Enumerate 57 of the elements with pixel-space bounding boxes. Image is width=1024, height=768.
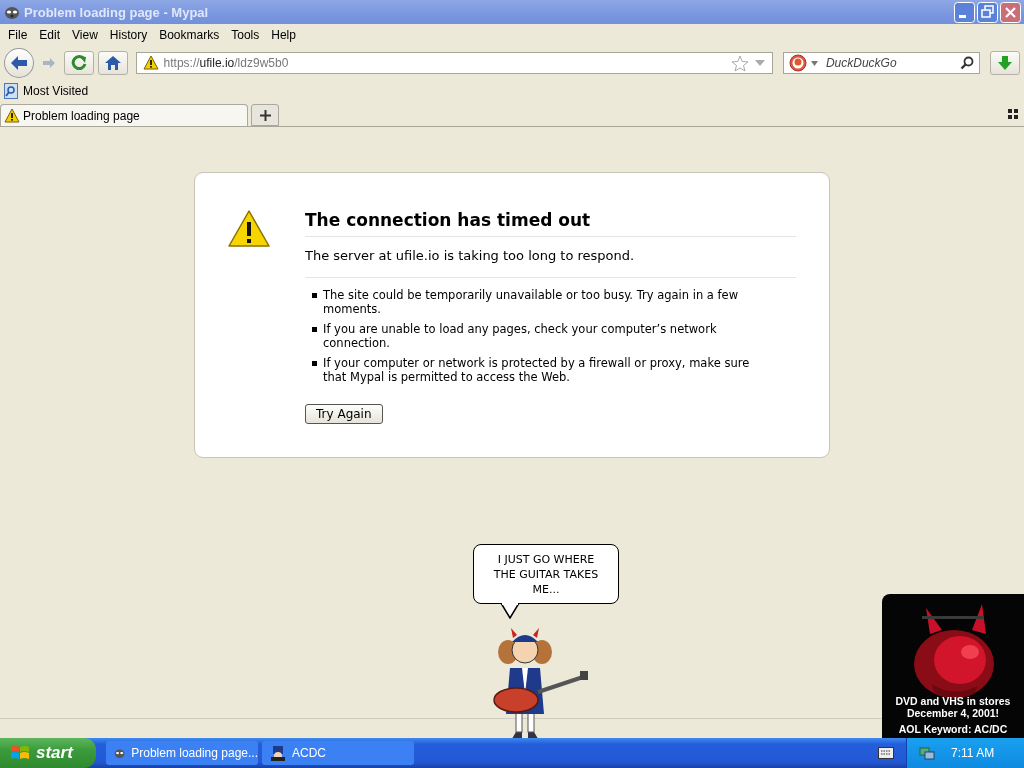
taskbar-button[interactable]: Problem loading page... — [106, 741, 258, 765]
home-icon — [104, 55, 121, 71]
error-message: The server at ufile.io is taking too long to respond. — [305, 248, 796, 278]
window-title: Problem loading page - Mypal — [24, 4, 210, 20]
clock: 7:11 AM — [951, 746, 995, 760]
reload-icon — [70, 55, 87, 71]
warning-icon — [228, 210, 270, 248]
reload-button[interactable] — [63, 51, 94, 75]
search-icon[interactable] — [960, 56, 975, 70]
dropdown-icon[interactable] — [753, 59, 766, 67]
speech-tail-icon — [500, 603, 520, 619]
figure-icon — [270, 745, 286, 761]
start-button[interactable]: start — [0, 738, 96, 768]
menu-item[interactable]: View — [66, 28, 104, 42]
bullet-icon — [312, 327, 317, 332]
warning-icon — [4, 107, 20, 124]
back-button[interactable] — [4, 48, 34, 78]
keyboard-icon[interactable] — [878, 747, 894, 759]
menu-item[interactable]: Edit — [33, 28, 67, 42]
menu-item[interactable]: History — [103, 28, 154, 42]
bullet-icon — [312, 293, 317, 298]
menu-item[interactable]: Tools — [225, 28, 266, 42]
suggestion-text: If you are unable to load any pages, check your computer’s network connection. — [323, 322, 718, 350]
download-arrow-icon — [997, 55, 1014, 71]
network-icon[interactable] — [919, 745, 935, 761]
browser-tab[interactable]: Problem loading page — [0, 104, 248, 126]
grid-icon[interactable] — [1008, 109, 1018, 119]
star-icon[interactable] — [730, 54, 749, 72]
error-title: The connection has timed out — [305, 210, 796, 237]
minimize-icon[interactable] — [954, 1, 975, 23]
suggestion-text: If your computer or network is protected by a firewall or proxy, make sure that Mypal is permitted to access the Web. — [323, 356, 751, 384]
bookmark-item[interactable]: Most Visited — [4, 83, 89, 99]
home-button[interactable] — [97, 51, 128, 75]
menu-item[interactable]: Bookmarks — [153, 28, 226, 42]
plus-icon — [259, 109, 271, 121]
duck-icon[interactable] — [788, 54, 807, 72]
menu-item[interactable]: File — [2, 28, 34, 42]
taskbar-button[interactable]: ACDC — [262, 741, 414, 765]
bullet-icon — [312, 361, 317, 366]
speech-bubble: I JUST GO WHERE THE GUITAR TAKES ME... — [473, 544, 619, 604]
dropdown-icon[interactable] — [810, 60, 818, 66]
ad-caption: AOL Keyword: AC/DC — [897, 723, 1009, 735]
suggestion-text: The site could be temporarily unavailable or too busy. Try again in a few moments. — [323, 288, 740, 316]
back-arrow-icon — [9, 55, 28, 71]
try-again-button[interactable]: Try Again — [305, 404, 383, 424]
search-bar[interactable]: DuckDuckGo — [782, 52, 981, 74]
ad-caption: DVD and VHS in stores December 4, 2001! — [894, 695, 1012, 719]
windows-flag-icon — [10, 744, 30, 762]
new-tab-button[interactable] — [251, 104, 279, 126]
downloads-button[interactable] — [990, 51, 1020, 75]
url-text: https://ufile.io/ldz9w5b0 — [163, 56, 289, 70]
page-icon — [4, 83, 18, 99]
warning-icon — [142, 55, 159, 71]
restore-icon[interactable] — [977, 1, 998, 23]
address-field[interactable]: https://ufile.io/ldz9w5b0 — [135, 52, 773, 74]
close-icon[interactable] — [1000, 1, 1021, 23]
menu-item[interactable]: Help — [265, 28, 302, 42]
